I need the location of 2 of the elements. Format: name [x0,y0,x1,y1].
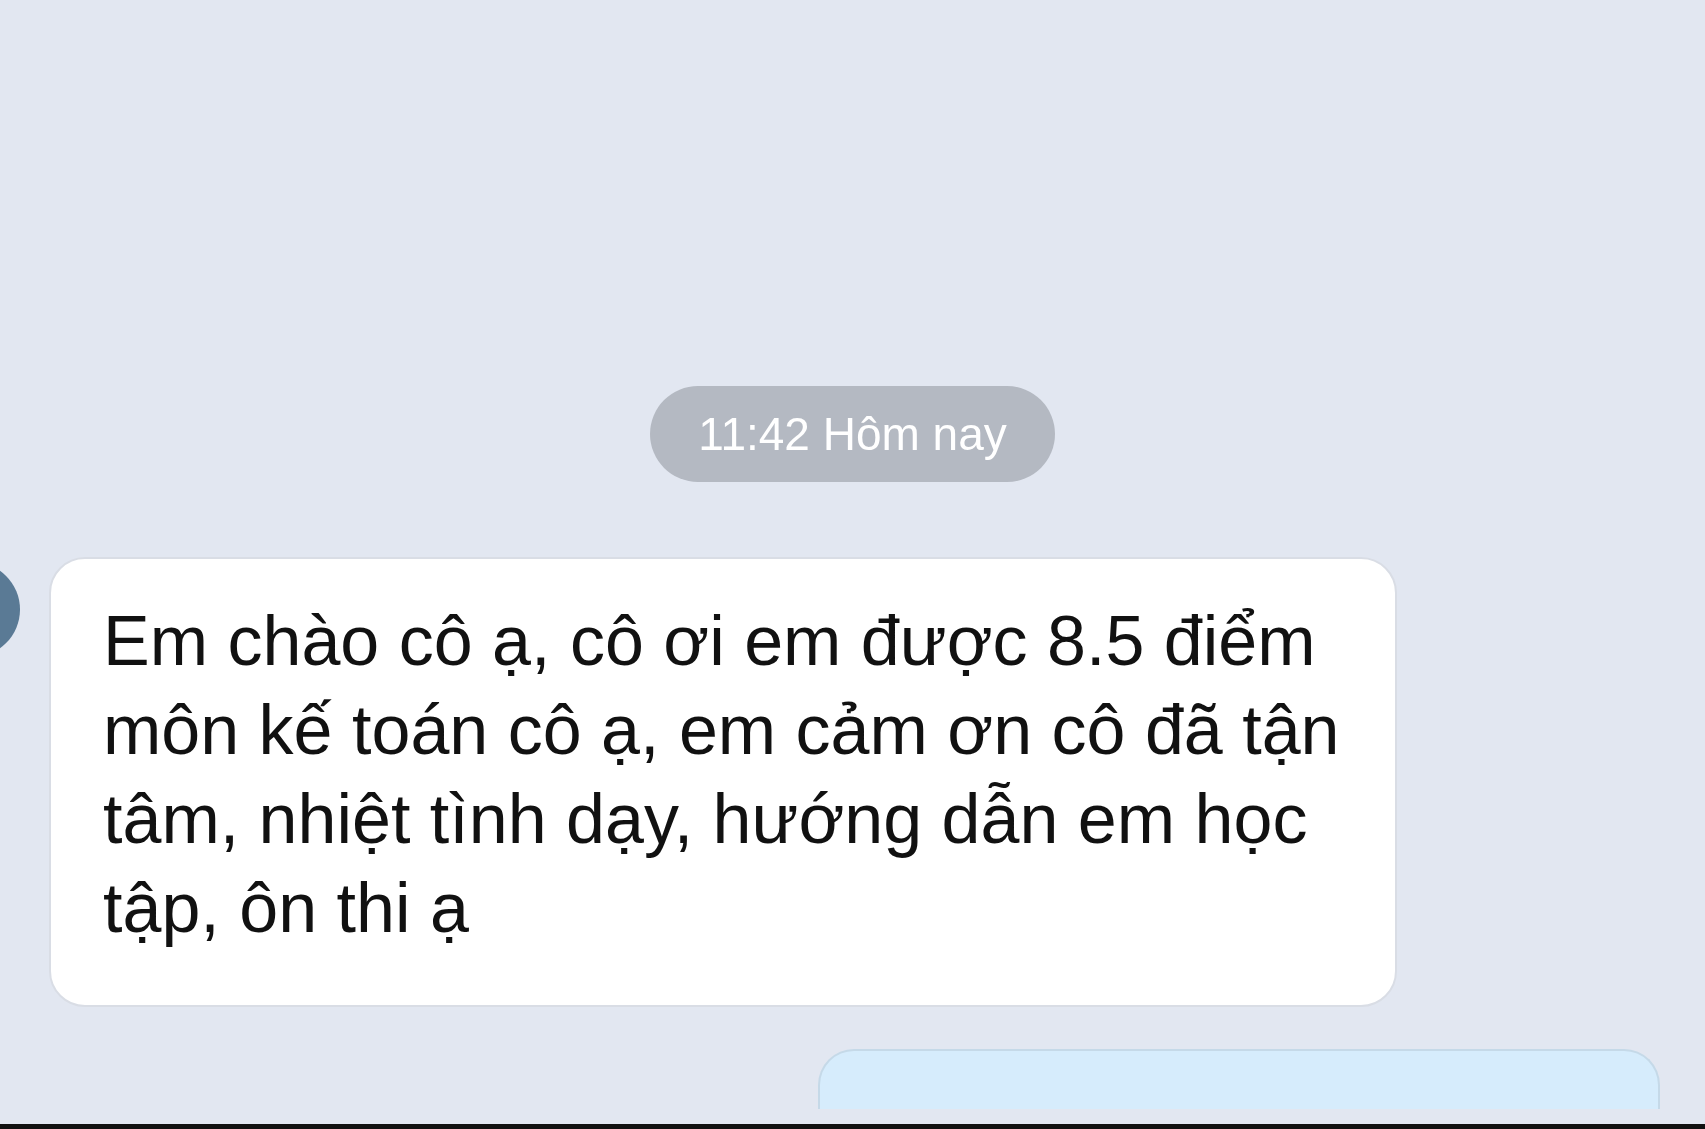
timestamp-label: 11:42 Hôm nay [650,386,1055,483]
message-text: Em chào cô ạ, cô ơi em được 8.5 điểm môn kế toán cô ạ, em cảm ơn cô đã tận tâm, nhiệt tình dạy, hướng dẫn em học tập, ôn thi ạ [103,601,1341,950]
